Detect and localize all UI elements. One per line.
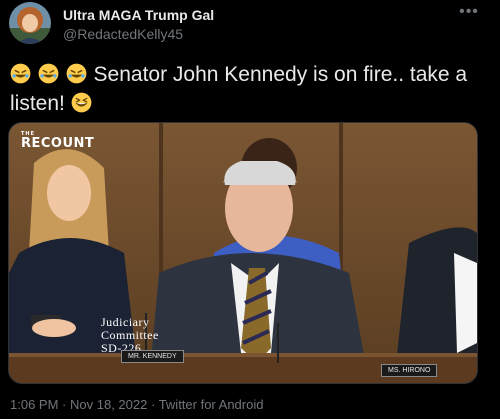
tweet-date[interactable]: Nov 18, 2022 [70,397,147,412]
tweet[interactable]: Ultra MAGA Trump Gal @RedactedKelly45 ••… [0,0,500,419]
rolling-on-floor-laughing-icon [38,63,66,86]
more-options-icon[interactable]: ••• [455,2,483,24]
tweet-meta: 1:06 PM · Nov 18, 2022 · Twitter for And… [10,397,263,412]
rolling-on-floor-laughing-icon [66,63,94,86]
avatar[interactable] [9,2,51,44]
avatar-image [9,2,51,44]
nameplate-hirono: MS. HIRONO [381,364,438,377]
meta-separator: · [150,397,159,412]
tweet-text: Senator John Kennedy is on fire.. take a… [10,60,490,118]
tweet-time[interactable]: 1:06 PM [10,397,58,412]
video-watermark: THE RECOUNT [21,131,95,151]
rolling-on-floor-laughing-icon [10,63,38,86]
video-frame [9,123,477,383]
author-handle[interactable]: @RedactedKelly45 [63,26,183,42]
tweet-media-video[interactable]: THE RECOUNT Judiciary Committee SD-226 M… [8,122,478,384]
meta-separator: · [62,397,70,412]
nameplate-kennedy: MR. KENNEDY [121,350,184,363]
author-display-name[interactable]: Ultra MAGA Trump Gal [63,7,214,23]
tweet-source[interactable]: Twitter for Android [159,397,264,412]
grinning-squinting-face-icon [71,92,93,115]
